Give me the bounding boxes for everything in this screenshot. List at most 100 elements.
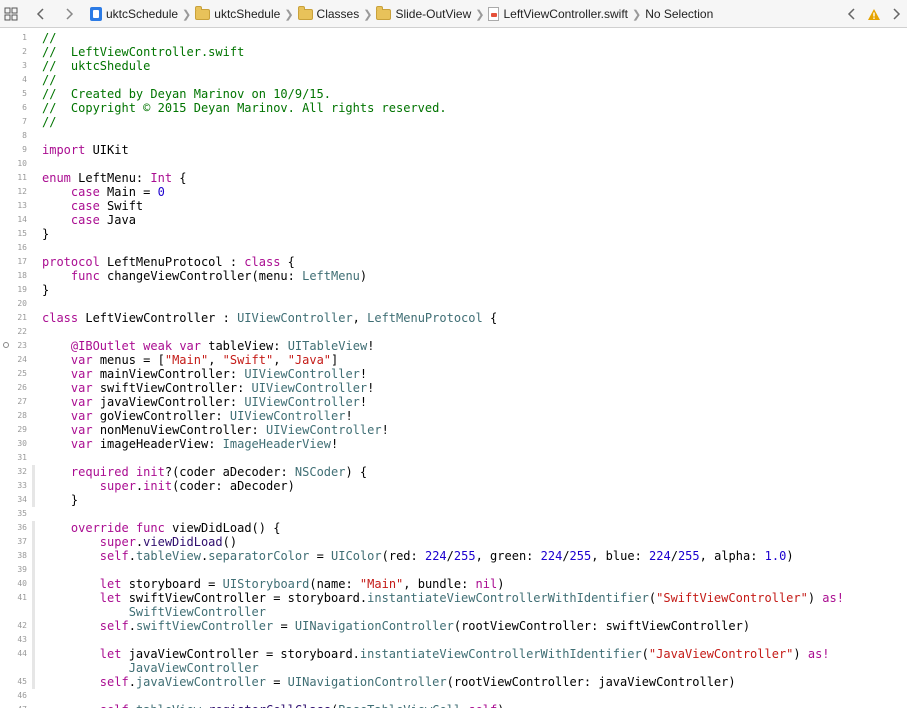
code-line[interactable]: 24 var menus = ["Main", "Swift", "Java"] — [0, 353, 907, 367]
code-token: super — [99, 479, 136, 493]
breadcrumb-group-slideoutview[interactable]: Slide-OutView — [376, 0, 471, 28]
code-line[interactable]: 16 — [0, 241, 907, 255]
code-line[interactable]: 40 let storyboard = UIStoryboard(name: "… — [0, 577, 907, 591]
line-number: 2 — [22, 47, 27, 56]
warning-icon[interactable] — [863, 0, 885, 28]
code-line[interactable]: 2 // LeftViewController.swift — [0, 45, 907, 59]
code-line[interactable]: 47 self.tableView.registerCellClass(Base… — [0, 703, 907, 708]
code-line[interactable]: SwiftViewController — [0, 605, 907, 619]
code-token: Main = — [99, 185, 158, 199]
code-token: protocol — [42, 255, 100, 269]
code-line[interactable]: 22 — [0, 325, 907, 339]
code-token: // — [42, 31, 57, 45]
code-line[interactable]: 6 // Copyright © 2015 Deyan Marinov. All … — [0, 101, 907, 115]
code-line[interactable]: 20 — [0, 297, 907, 311]
line-number: 22 — [17, 327, 27, 336]
code-line[interactable]: 33 super.init(coder: aDecoder) — [0, 479, 907, 493]
code-line[interactable]: 30 var imageHeaderView: ImageHeaderView! — [0, 437, 907, 451]
code-line[interactable]: 17 protocol LeftMenuProtocol : class { — [0, 255, 907, 269]
code-token: changeViewController(menu: — [99, 269, 303, 283]
code-line[interactable]: 28 var goViewController: UIViewControlle… — [0, 409, 907, 423]
code-token: self — [100, 703, 129, 708]
code-line[interactable]: 19} — [0, 283, 907, 297]
code-token: ) { — [345, 465, 368, 479]
code-line[interactable]: 39 — [0, 563, 907, 577]
previous-issue-button[interactable] — [841, 0, 863, 28]
code-line[interactable]: 9 import UIKit — [0, 143, 907, 157]
breadcrumb-selection[interactable]: No Selection — [645, 0, 713, 28]
code-line[interactable]: 31 — [0, 451, 907, 465]
code-line[interactable]: 46 — [0, 689, 907, 703]
code-text: enum LeftMenu: Int { — [42, 171, 187, 185]
code-line[interactable]: 35 — [0, 507, 907, 521]
outlet-connection-icon[interactable] — [3, 342, 9, 348]
code-line[interactable]: 23 @IBOutlet weak var tableView: UITable… — [0, 339, 907, 353]
code-token: . — [128, 619, 136, 633]
code-token: (name: — [309, 577, 360, 591]
code-line[interactable]: 43 — [0, 633, 907, 647]
code-token: ) — [497, 577, 505, 591]
code-line[interactable]: 21 class LeftViewController : UIViewContr… — [0, 311, 907, 325]
code-text: var nonMenuViewController: UIViewControl… — [42, 423, 389, 437]
code-text: // Created by Deyan Marinov on 10/9/15. — [42, 87, 331, 101]
breadcrumb-project[interactable]: uktcSchedule — [90, 0, 178, 28]
code-token: Int — [150, 171, 173, 185]
code-line[interactable]: 44 let javaViewController = storyboard.i… — [0, 647, 907, 661]
line-number: 8 — [22, 131, 27, 140]
forward-button[interactable] — [58, 0, 80, 28]
code-line[interactable]: 8 — [0, 129, 907, 143]
code-line[interactable]: 34 } — [0, 493, 907, 507]
code-line[interactable]: 14 case Java — [0, 213, 907, 227]
code-token: mainViewController: — [92, 367, 245, 381]
code-line[interactable]: 10 — [0, 157, 907, 171]
code-line[interactable]: 5 // Created by Deyan Marinov on 10/9/15. — [0, 87, 907, 101]
code-line[interactable]: 38 self.tableView.separatorColor = UICol… — [0, 549, 907, 563]
code-token: var — [70, 437, 93, 451]
code-line[interactable]: 45 self.javaViewController = UINavigatio… — [0, 675, 907, 689]
code-token: LeftMenu: — [70, 171, 151, 185]
related-items-icon[interactable] — [0, 0, 22, 28]
code-text: var javaViewController: UIViewController… — [42, 395, 367, 409]
code-line[interactable]: 15} — [0, 227, 907, 241]
breadcrumb-label: Classes — [316, 7, 360, 21]
code-line[interactable]: 26 var swiftViewController: UIViewContro… — [0, 381, 907, 395]
breadcrumb-group-classes[interactable]: Classes — [297, 0, 360, 28]
code-line[interactable]: JavaViewController — [0, 661, 907, 675]
code-line[interactable]: 42 self.swiftViewController = UINavigati… — [0, 619, 907, 633]
code-token: registerCellClass — [208, 703, 331, 708]
code-line[interactable]: 36 override func viewDidLoad() { — [0, 521, 907, 535]
code-line[interactable]: 13 case Swift — [0, 199, 907, 213]
code-text: SwiftViewController — [42, 605, 266, 619]
back-button[interactable] — [30, 0, 52, 28]
source-editor[interactable]: 1//2// LeftViewController.swift 3// uktcS… — [0, 28, 907, 708]
code-token: ) — [497, 703, 504, 708]
code-text: } — [42, 283, 49, 297]
code-line[interactable]: 7 // — [0, 115, 907, 129]
code-line[interactable]: 3 // uktcShedule — [0, 59, 907, 73]
breadcrumb-file[interactable]: LeftViewController.swift — [488, 0, 628, 28]
code-line[interactable]: 41 let swiftViewController = storyboard.… — [0, 591, 907, 605]
folder-icon — [376, 5, 392, 20]
code-line[interactable]: 4 // — [0, 73, 907, 87]
code-line[interactable]: 37 super.viewDidLoad() — [0, 535, 907, 549]
next-issue-button[interactable] — [885, 0, 907, 28]
code-line[interactable]: 11 enum LeftMenu: Int { — [0, 171, 907, 185]
code-line[interactable]: 18 func changeViewController(menu: LeftM… — [0, 269, 907, 283]
code-token: imageHeaderView: — [92, 437, 223, 451]
code-line[interactable]: 27 var javaViewController: UIViewControl… — [0, 395, 907, 409]
code-line[interactable]: 1 // — [0, 31, 907, 45]
code-text: var imageHeaderView: ImageHeaderView! — [42, 437, 338, 451]
code-line[interactable]: 32 required init?(coder aDecoder: NSCode… — [0, 465, 907, 479]
code-line[interactable]: 25 var mainViewController: UIViewControl… — [0, 367, 907, 381]
code-text: // — [42, 31, 56, 45]
line-number: 39 — [17, 565, 27, 574]
code-line[interactable]: 12 case Main = 0 — [0, 185, 907, 199]
code-token: "Java" — [287, 353, 332, 367]
breadcrumb-group-uktcshedule[interactable]: uktcShedule — [195, 0, 280, 28]
code-line[interactable]: 29 var nonMenuViewController: UIViewCont… — [0, 423, 907, 437]
